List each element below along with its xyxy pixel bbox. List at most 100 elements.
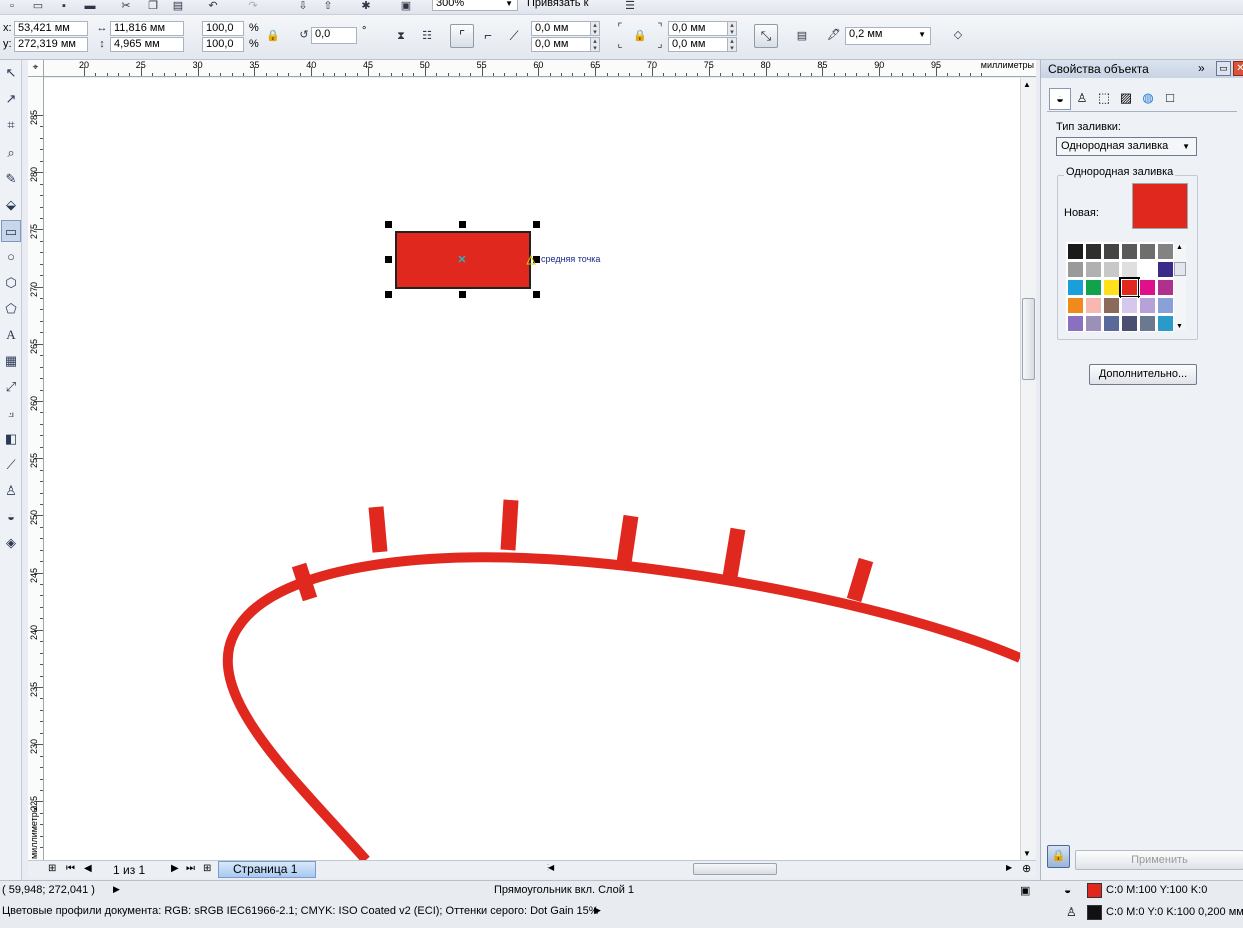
zoom-select[interactable]: 300% ▼ [432, 0, 518, 11]
palette-swatch[interactable] [1085, 315, 1102, 332]
palette-scroll-thumb[interactable] [1174, 262, 1186, 276]
export-icon[interactable]: ⇧ [320, 0, 336, 12]
palette-swatch[interactable] [1067, 297, 1084, 314]
tab-corners[interactable]: ⬚ [1093, 88, 1115, 110]
palette-swatch[interactable] [1119, 277, 1140, 298]
save-icon[interactable]: ▪ [56, 0, 72, 12]
pick-tool-icon[interactable]: ↖ [1, 62, 21, 84]
scroll-up-icon[interactable]: ▲ [1023, 80, 1031, 89]
color-proof-icon[interactable]: ▣ [1020, 884, 1030, 897]
scallop-corner-button[interactable]: ⌐ [476, 24, 500, 48]
lock-ratio-icon[interactable]: 🔒 [265, 30, 281, 42]
palette-swatch[interactable] [1103, 243, 1120, 260]
rectangle-tool-icon[interactable]: ▭ [1, 220, 21, 242]
document-color-profiles[interactable]: Цветовые профили документа: RGB: sRGB IE… [2, 905, 599, 917]
corner-lock-icon[interactable]: 🔒 [632, 30, 648, 42]
crop-tool-icon[interactable]: ⌗ [1, 114, 21, 136]
height-field[interactable]: 4,965 мм [110, 37, 184, 52]
tab-fill[interactable]: ◒ [1049, 88, 1071, 110]
palette-swatch[interactable] [1085, 243, 1102, 260]
corner-radius-br-field[interactable]: 0,0 мм [668, 37, 728, 52]
palette-swatch[interactable] [1103, 261, 1120, 278]
palette-swatch[interactable] [1103, 297, 1120, 314]
palette-swatch[interactable] [1067, 279, 1084, 296]
palette-swatch[interactable] [1157, 243, 1174, 260]
launcher-icon[interactable]: ✱ [358, 0, 374, 12]
outline-width-select[interactable]: 0,2 мм ▼ [845, 27, 931, 45]
palette-swatch[interactable] [1121, 261, 1138, 278]
cut-icon[interactable]: ✂ [118, 0, 134, 12]
fill-type-select[interactable]: Однородная заливка ▼ [1056, 137, 1197, 156]
corner-br-spinner[interactable]: ▴ ▾ [727, 37, 737, 52]
palette-swatch[interactable] [1157, 279, 1174, 296]
palette-swatch[interactable] [1067, 315, 1084, 332]
interactive-fill-tool-icon[interactable]: ◈ [1, 532, 21, 554]
more-button[interactable]: Дополнительно... [1089, 364, 1197, 385]
palette-swatch[interactable] [1067, 261, 1084, 278]
palette-swatch[interactable] [1157, 261, 1174, 278]
undo-icon[interactable]: ↶ [205, 0, 221, 12]
palette-swatch[interactable] [1085, 297, 1102, 314]
relative-corner-scaling-button[interactable]: ⤡ [754, 24, 778, 48]
corner-bl-spinner[interactable]: ▴ ▾ [590, 37, 600, 52]
palette-swatch[interactable] [1139, 243, 1156, 260]
tab-internet[interactable]: ◍ [1137, 88, 1159, 110]
table-tool-icon[interactable]: ▦ [1, 350, 21, 372]
scroll-left-icon[interactable]: ◀ [548, 863, 554, 872]
vertical-ruler[interactable]: 285 280 275 270 265 260 255 250 245 240 235 230 225 … [28, 77, 44, 860]
next-page-icon[interactable]: ▶ [171, 863, 179, 874]
horizontal-scroll-thumb[interactable] [693, 863, 777, 875]
smart-fill-tool-icon[interactable]: ⬙ [1, 194, 21, 216]
palette-swatch[interactable] [1139, 261, 1156, 278]
docker-collapse-icon[interactable]: » [1198, 61, 1205, 75]
round-corner-button[interactable]: ⌜ [450, 24, 474, 48]
welcome-icon[interactable]: ▣ [398, 0, 414, 12]
corner-radius-tl-field[interactable]: 0,0 мм [531, 21, 591, 36]
vertical-scrollbar[interactable]: ▲ ▼ [1020, 78, 1036, 860]
tab-transparency[interactable]: ▨ [1115, 88, 1137, 110]
drawing-canvas[interactable]: средняя точка [44, 78, 1020, 860]
ruler-origin[interactable]: ⌖ [28, 60, 44, 77]
options-icon[interactable]: ☰ [622, 0, 638, 12]
palette-swatch[interactable] [1121, 243, 1138, 260]
x-position-field[interactable]: 53,421 мм [14, 21, 88, 36]
paste-icon[interactable]: ▤ [170, 0, 186, 12]
scroll-right-icon[interactable]: ▶ [1006, 863, 1012, 872]
convert-to-curves-icon[interactable]: ◇ [950, 29, 966, 41]
vertical-scroll-thumb[interactable] [1022, 298, 1035, 380]
scroll-down-icon[interactable]: ▼ [1023, 849, 1031, 858]
fill-tool-icon[interactable]: ◒ [1, 506, 21, 528]
palette-swatch[interactable] [1121, 297, 1138, 314]
mirror-horizontal-icon[interactable]: ⧗ [393, 30, 409, 42]
wrap-text-icon[interactable]: ▤ [794, 30, 810, 42]
shape-tool-icon[interactable]: ↗ [1, 88, 21, 110]
palette-swatch[interactable] [1157, 315, 1174, 332]
last-page-icon[interactable]: ⏭ [186, 863, 195, 874]
profiles-expand-icon[interactable]: ▶ [594, 905, 601, 916]
print-icon[interactable]: ▬ [82, 0, 98, 12]
tab-outline[interactable]: ♙ [1071, 88, 1093, 110]
snap-to-menu[interactable]: Привязать к [527, 0, 588, 10]
horizontal-ruler[interactable]: 20 25 30 35 40 45 50 55 60 65 70 75 80 85 90 95 миллиме… [44, 60, 1036, 77]
eyedropper-tool-icon[interactable]: ⟋ [1, 454, 21, 476]
tab-summary[interactable]: □ [1159, 88, 1181, 110]
first-page-icon[interactable]: ⏮ [66, 863, 75, 874]
coords-expand-icon[interactable]: ▶ [113, 884, 120, 895]
polygon-tool-icon[interactable]: ⬡ [1, 272, 21, 294]
palette-swatch[interactable] [1139, 297, 1156, 314]
y-position-field[interactable]: 272,319 мм [14, 37, 88, 52]
dimension-tool-icon[interactable]: ⤢ [1, 376, 21, 398]
chamfer-corner-button[interactable]: ⟋ [502, 24, 526, 48]
palette-swatch[interactable] [1157, 297, 1174, 314]
open-icon[interactable]: ▭ [30, 0, 46, 12]
docker-minimize-icon[interactable]: ▭ [1216, 61, 1231, 76]
docker-close-icon[interactable]: ✕ [1233, 61, 1243, 76]
outline-color-swatch[interactable] [1087, 905, 1102, 920]
basic-shapes-tool-icon[interactable]: ⬠ [1, 298, 21, 320]
redo-icon[interactable]: ↷ [245, 0, 261, 12]
outline-tool-icon[interactable]: ♙ [1, 480, 21, 502]
freehand-tool-icon[interactable]: ✎ [1, 168, 21, 190]
fill-color-swatch[interactable] [1087, 883, 1102, 898]
ellipse-tool-icon[interactable]: ○ [1, 246, 21, 268]
palette-scroll-up-icon[interactable]: ▲ [1176, 244, 1183, 251]
